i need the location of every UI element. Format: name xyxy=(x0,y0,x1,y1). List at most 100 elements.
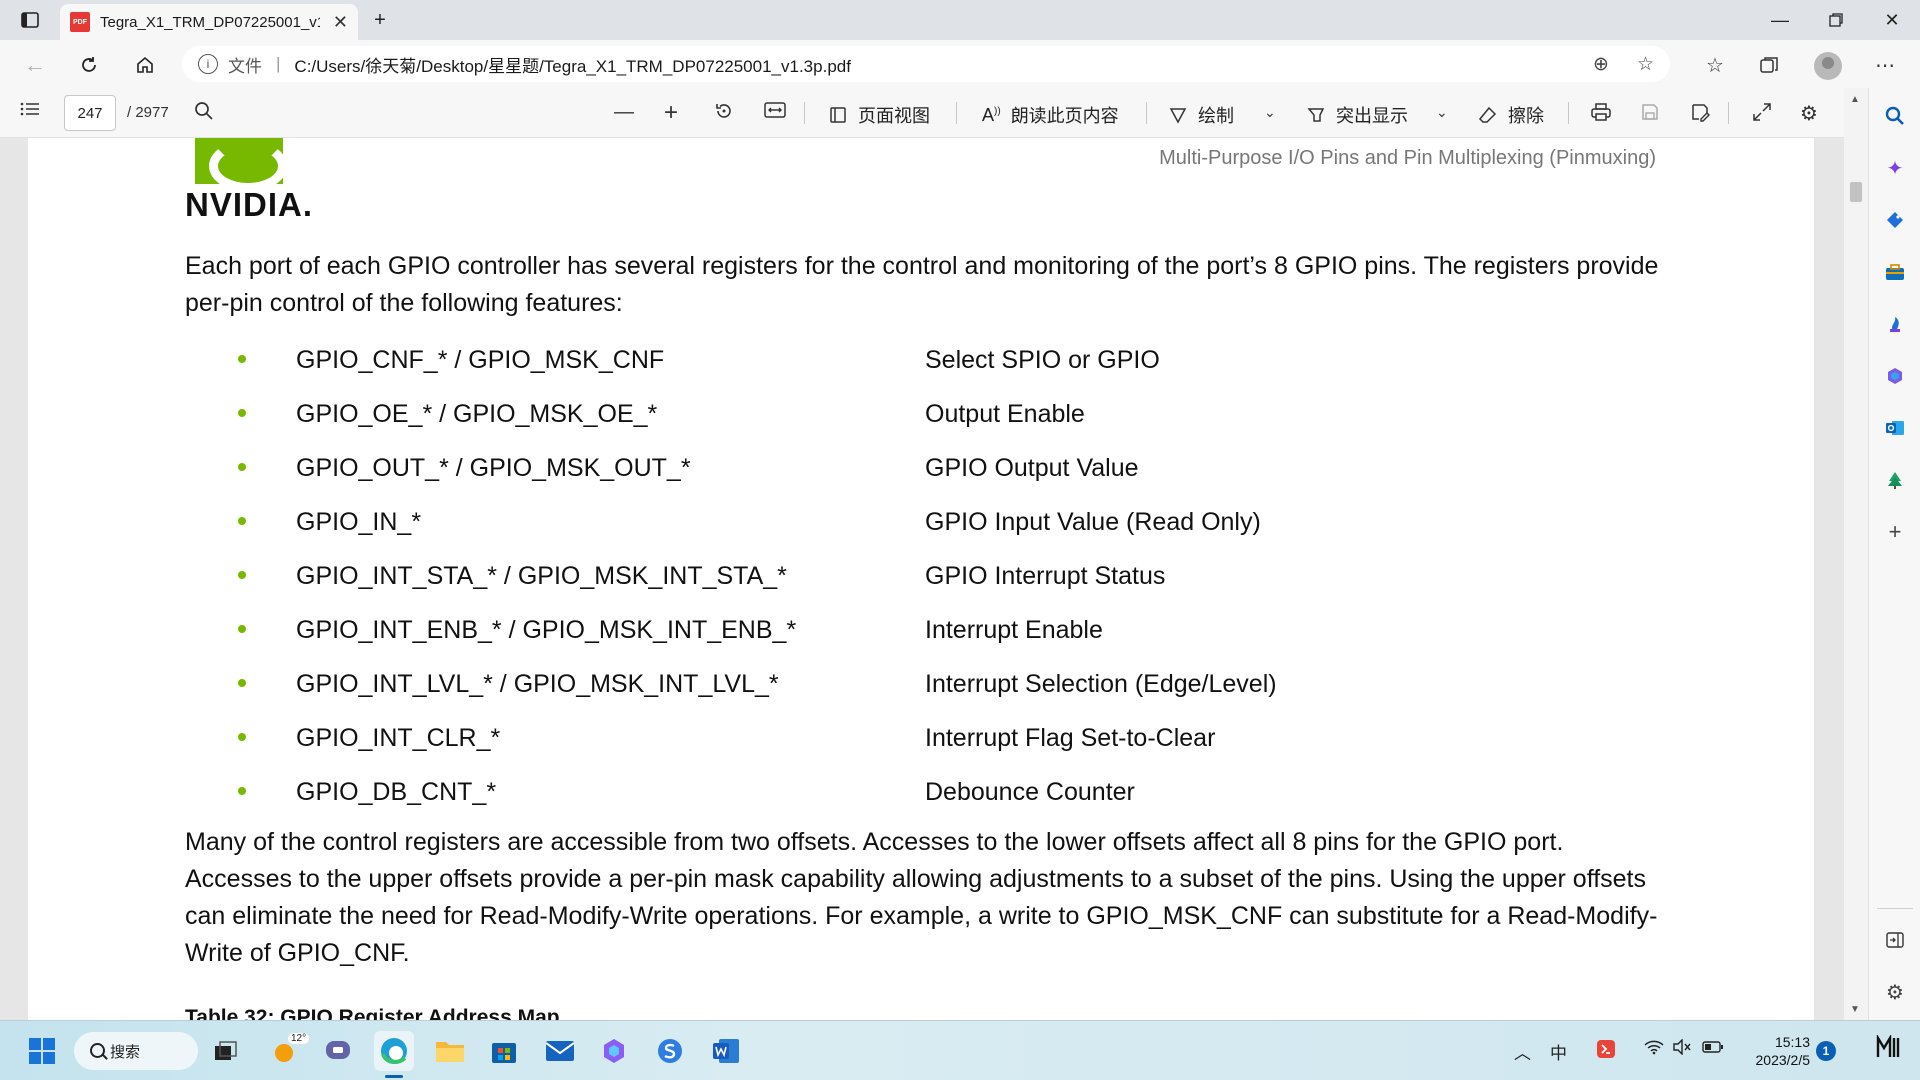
collections-icon[interactable] xyxy=(1752,48,1786,82)
favorites-icon[interactable]: ☆ xyxy=(1698,48,1732,82)
settings-gear-icon[interactable]: ⚙ xyxy=(1800,101,1818,126)
start-windows-icon[interactable] xyxy=(22,1031,62,1071)
register-name: GPIO_OE_* / GPIO_MSK_OE_* xyxy=(296,400,658,428)
register-name: GPIO_CNF_* / GPIO_MSK_CNF xyxy=(296,346,665,374)
sidebar-games-icon[interactable] xyxy=(1881,310,1909,338)
sidebar-m365-icon[interactable] xyxy=(1881,362,1909,390)
scrollbar-thumb[interactable] xyxy=(1850,182,1862,202)
sidebar-copilot-icon[interactable]: ✦ xyxy=(1881,154,1909,182)
sogou-input-icon[interactable] xyxy=(650,1031,690,1071)
chevron-down-icon[interactable]: ⌄ xyxy=(1436,104,1448,121)
wifi-icon[interactable] xyxy=(1644,1039,1664,1060)
more-menu-icon[interactable]: ⋯ xyxy=(1868,48,1902,82)
register-description: GPIO Output Value xyxy=(925,454,1139,482)
scroll-down-icon[interactable]: ▼ xyxy=(1850,1004,1860,1015)
url-text[interactable]: C:/Users/徐天菊/Desktop/星星题/Tegra_X1_TRM_DP… xyxy=(294,52,851,77)
vertical-scrollbar[interactable]: ▲ ▼ xyxy=(1844,88,1868,1020)
register-list-item: GPIO_INT_ENB_* / GPIO_MSK_INT_ENB_* Inter… xyxy=(238,616,1538,656)
erase-button[interactable]: 擦除 xyxy=(1478,102,1544,128)
tab-actions-icon[interactable] xyxy=(14,6,46,34)
rotate-icon[interactable] xyxy=(714,101,734,121)
file-scheme-label: 文件 xyxy=(228,56,262,76)
page-number-input[interactable]: 247 xyxy=(64,95,116,131)
clock-time: 15:13 xyxy=(1774,1034,1810,1050)
address-separator: | xyxy=(276,54,281,73)
zoom-out-icon[interactable]: ― xyxy=(614,101,634,124)
sidebar-divider xyxy=(1877,908,1913,909)
sidebar-add-icon[interactable]: + xyxy=(1881,518,1909,546)
page-view-button[interactable]: 页面视图 xyxy=(828,102,930,128)
sidebar-hide-icon[interactable] xyxy=(1881,926,1909,954)
bullet-icon xyxy=(238,463,246,471)
bullet-icon xyxy=(238,787,246,795)
print-icon[interactable] xyxy=(1590,102,1612,122)
volume-muted-icon[interactable] xyxy=(1672,1038,1692,1060)
pdf-viewport[interactable]: NVIDIA. Multi-Purpose I/O Pins and Pin M… xyxy=(0,138,1868,1020)
back-arrow-icon[interactable]: ← xyxy=(18,48,52,82)
edge-browser-icon[interactable] xyxy=(374,1031,414,1071)
intro-paragraph: Each port of each GPIO controller has se… xyxy=(185,252,1659,317)
table-of-contents-icon[interactable] xyxy=(20,101,40,117)
tab-close-icon[interactable]: ✕ xyxy=(333,12,348,33)
address-bar[interactable]: i 文件 | C:/Users/徐天菊/Desktop/星星题/Tegra_X1… xyxy=(182,46,1670,82)
fullscreen-icon[interactable] xyxy=(1752,102,1772,122)
sidebar-search-icon[interactable] xyxy=(1881,102,1909,130)
read-aloud-icon: A)) xyxy=(982,104,1001,125)
scroll-up-icon[interactable]: ▲ xyxy=(1850,94,1860,105)
nvidia-eye-icon xyxy=(195,138,287,192)
eraser-icon xyxy=(1478,106,1497,123)
sidebar-outlook-icon[interactable] xyxy=(1881,414,1909,442)
clock-date: 2023/2/5 xyxy=(1755,1052,1811,1068)
save-as-icon[interactable] xyxy=(1690,102,1710,122)
home-icon[interactable] xyxy=(128,48,162,82)
draw-button[interactable]: 绘制 xyxy=(1168,102,1234,128)
register-name: GPIO_INT_STA_* / GPIO_MSK_INT_STA_* xyxy=(296,562,787,590)
fit-width-icon[interactable] xyxy=(764,101,786,119)
nvidia-wordmark: NVIDIA. xyxy=(185,186,314,223)
word-icon[interactable] xyxy=(706,1031,746,1071)
read-aloud-button[interactable]: A)) 朗读此页内容 xyxy=(982,102,1119,128)
file-explorer-icon[interactable] xyxy=(430,1031,470,1071)
show-desktop-icon[interactable] xyxy=(1876,1033,1902,1066)
mail-icon[interactable] xyxy=(540,1031,580,1071)
browser-tab-active[interactable]: PDF Tegra_X1_TRM_DP07225001_v1.3 ✕ xyxy=(60,4,358,40)
register-list-item: GPIO_CNF_* / GPIO_MSK_CNF Select SPIO or … xyxy=(238,346,1538,386)
notification-badge[interactable]: 1 xyxy=(1816,1041,1836,1061)
sidebar-settings-icon[interactable]: ⚙ xyxy=(1881,978,1909,1006)
chevron-down-icon[interactable]: ⌄ xyxy=(1264,104,1276,121)
show-hidden-icons[interactable]: ︿ xyxy=(1514,1039,1531,1064)
sidebar-shopping-icon[interactable] xyxy=(1881,206,1909,234)
zoom-icon[interactable]: ⊕ xyxy=(1593,53,1609,76)
teams-chat-icon[interactable] xyxy=(318,1031,358,1071)
highlight-button[interactable]: 突出显示 xyxy=(1306,102,1408,128)
save-icon[interactable] xyxy=(1640,102,1660,122)
refresh-icon[interactable] xyxy=(72,48,106,82)
highlighter-icon xyxy=(1307,108,1325,122)
bullet-icon xyxy=(238,409,246,417)
microsoft-store-icon[interactable] xyxy=(484,1031,524,1071)
offsets-paragraph: Many of the control registers are access… xyxy=(185,828,1658,967)
sidebar-tools-icon[interactable] xyxy=(1881,258,1909,286)
copilot-icon[interactable] xyxy=(594,1031,634,1071)
minimize-icon[interactable]: ― xyxy=(1752,0,1808,40)
search-icon[interactable] xyxy=(194,101,214,121)
task-view-icon[interactable] xyxy=(206,1031,246,1071)
taskbar-search[interactable]: 搜索 xyxy=(74,1032,198,1070)
profile-avatar[interactable] xyxy=(1814,52,1842,80)
taskbar-clock[interactable]: 15:13 2023/2/5 xyxy=(1700,1033,1811,1069)
register-list-item: GPIO_OE_* / GPIO_MSK_OE_* Output Enable xyxy=(238,400,1538,440)
close-window-icon[interactable]: ✕ xyxy=(1864,0,1920,40)
register-name: GPIO_IN_* xyxy=(296,508,422,536)
toolbar-divider xyxy=(1146,102,1147,124)
weather-icon[interactable]: 12° xyxy=(266,1031,310,1071)
restore-icon[interactable] xyxy=(1808,0,1864,40)
wps-tray-icon[interactable] xyxy=(1596,1039,1616,1064)
add-favorite-icon[interactable]: ☆ xyxy=(1637,53,1654,76)
zoom-in-icon[interactable]: + xyxy=(664,99,678,127)
ime-indicator[interactable]: 中 xyxy=(1550,1039,1567,1064)
info-icon[interactable]: i xyxy=(198,54,218,74)
sidebar-drop-icon[interactable] xyxy=(1881,466,1909,494)
table-caption: Table 32: GPIO Register Address Map xyxy=(185,1006,560,1020)
new-tab-icon[interactable]: + xyxy=(364,6,396,34)
page-header-section-title: Multi-Purpose I/O Pins and Pin Multiplex… xyxy=(1159,147,1656,169)
